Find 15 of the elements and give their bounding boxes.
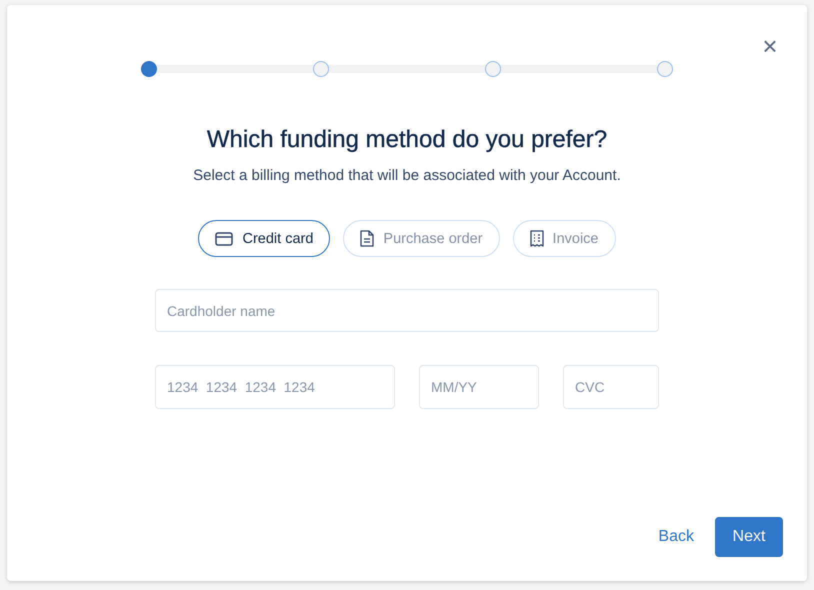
cvc-field[interactable]: CVC [563, 365, 659, 409]
dialog-title: Which funding method do you prefer? [206, 125, 608, 155]
cardholder-name-field[interactable]: Cardholder name [155, 289, 659, 332]
expiry-date-field[interactable]: MM/YY [419, 365, 539, 409]
close-button[interactable]: × [756, 32, 784, 60]
card-number-field[interactable]: 1234 1234 1234 1234 [155, 365, 395, 409]
payment-method-option[interactable]: Invoice [512, 220, 616, 257]
credit-card-icon [215, 232, 234, 246]
payment-method-option[interactable]: Purchase order [343, 220, 500, 257]
back-button[interactable]: Back [658, 528, 694, 546]
receipt-icon [530, 230, 544, 247]
dialog-subtitle: Select a billing method that will be associated with your Account. [193, 166, 621, 186]
document-icon [360, 230, 374, 247]
payment-method-option[interactable]: Credit card [198, 220, 330, 257]
next-button[interactable]: Next [715, 517, 783, 557]
